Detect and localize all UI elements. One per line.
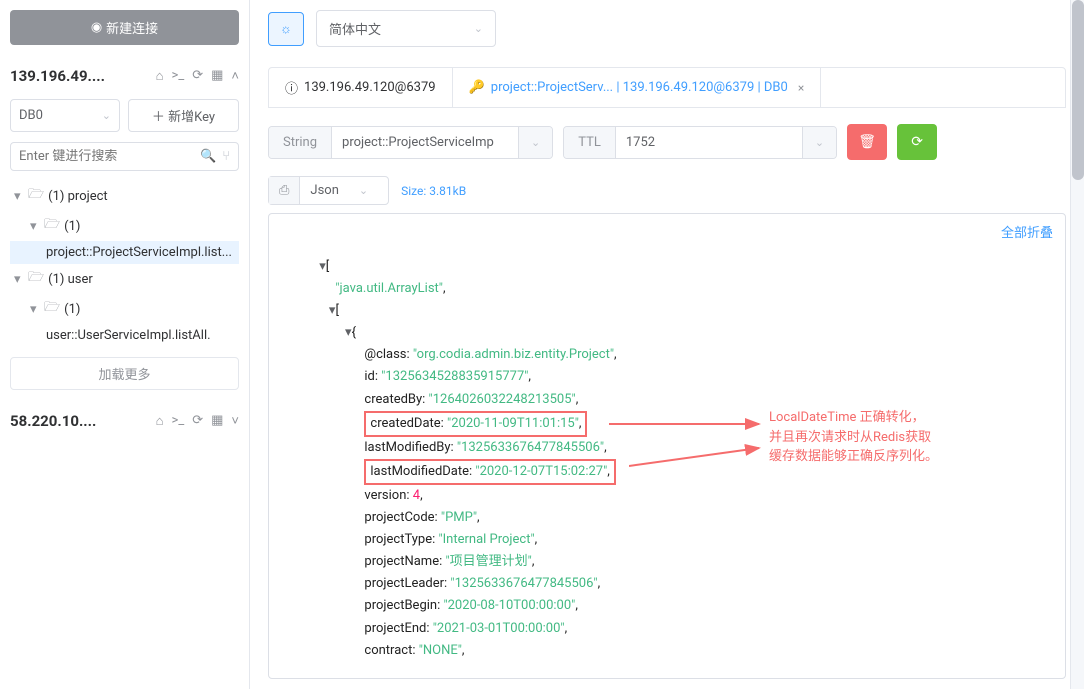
type-label: String <box>269 127 332 158</box>
close-icon[interactable]: × <box>798 81 804 95</box>
annotation-text: LocalDateTime 正确转化， 并且再次请求时从Redis获取 缓存数据… <box>769 408 938 467</box>
sidebar: ◉ 新建连接 139.196.49.... ⌂ >_ ⟳ ▦ ˄ DB0 ⌄ ＋… <box>0 0 250 689</box>
tree-label: user::UserServiceImpl.listAll. <box>46 328 211 343</box>
search-wrapper: 🔍 ⑂ <box>10 142 239 171</box>
db-label: DB0 <box>19 108 43 123</box>
tab-server-info[interactable]: ⓘ 139.196.49.120@6379 <box>269 68 453 107</box>
highlight-created-date: createdDate: "2020-11-09T11:01:15", <box>364 411 587 437</box>
server-toolbar: ⌂ >_ ⟳ ▦ ˄ <box>156 68 239 84</box>
tree-label: (1) project <box>48 189 108 204</box>
format-label: Json <box>310 183 338 198</box>
server-toolbar: ⌂ >_ ⟳ ▦ ˅ <box>156 413 239 429</box>
add-key-button[interactable]: ＋ 新增Key <box>128 99 239 132</box>
tree-key[interactable]: project::ProjectServiceImpl.list... <box>10 241 239 264</box>
format-select[interactable]: ⎙ Json ⌄ <box>268 176 389 205</box>
tree-folder[interactable]: ▾🗁(1) project <box>10 181 239 211</box>
ttl-input-group: TTL ⌄ <box>563 126 837 159</box>
plus-circle-icon: ◉ <box>91 20 102 35</box>
refresh-button[interactable]: ⟳ <box>897 124 937 160</box>
server-title: 58.220.10.... <box>10 412 156 430</box>
key-name-input[interactable] <box>332 127 518 158</box>
top-controls: ☼ 简体中文 ⌄ <box>268 10 1066 47</box>
tree-label: project::ProjectServiceImpl.list... <box>46 245 232 260</box>
new-conn-label: 新建连接 <box>106 18 158 37</box>
delete-button[interactable]: 🗑 <box>847 124 887 160</box>
server-block-1: 58.220.10.... ⌂ >_ ⟳ ▦ ˅ <box>10 408 239 434</box>
chevron-down-icon[interactable]: ˅ <box>231 413 239 429</box>
highlight-modified-date: lastModifiedDate: "2020-12-07T15:02:27", <box>364 459 615 485</box>
tree-label: (1) <box>64 302 80 317</box>
grid-icon[interactable]: ▦ <box>211 413 223 429</box>
load-more-button[interactable]: 加载更多 <box>10 357 239 390</box>
language-select[interactable]: 简体中文 ⌄ <box>316 10 496 47</box>
server-block-0: 139.196.49.... ⌂ >_ ⟳ ▦ ˄ DB0 ⌄ ＋ 新增Key … <box>10 63 239 390</box>
new-connection-button[interactable]: ◉ 新建连接 <box>10 10 239 45</box>
chevron-down-icon: ⌄ <box>474 22 483 35</box>
chevron-down-icon: ⌄ <box>102 109 111 122</box>
format-icon: ⎙ <box>269 177 300 204</box>
folder-icon: 🗁 <box>28 185 44 207</box>
home-icon[interactable]: ⌂ <box>156 413 164 429</box>
tab-key-detail[interactable]: 🔑 project::ProjectServ... | 139.196.49.1… <box>453 68 822 107</box>
language-label: 简体中文 <box>329 19 381 38</box>
size-label: Size: 3.81kB <box>401 184 466 198</box>
info-icon: ⓘ <box>285 78 298 97</box>
server-title: 139.196.49.... <box>10 67 156 85</box>
folder-icon: 🗁 <box>28 268 44 290</box>
chevron-up-icon[interactable]: ˄ <box>231 68 239 84</box>
theme-toggle-button[interactable]: ☼ <box>268 12 304 46</box>
ttl-label: TTL <box>564 127 616 158</box>
folder-icon: 🗁 <box>44 298 60 320</box>
db-select[interactable]: DB0 ⌄ <box>10 99 120 132</box>
tabs: ⓘ 139.196.49.120@6379 🔑 project::Project… <box>268 67 1066 108</box>
chevron-down-icon[interactable]: ⌄ <box>518 127 552 158</box>
folder-icon: 🗁 <box>44 215 60 237</box>
grid-icon[interactable]: ▦ <box>211 68 223 84</box>
funnel-icon[interactable]: ⑂ <box>222 149 230 164</box>
sun-icon: ☼ <box>280 21 292 37</box>
main-panel: ☼ 简体中文 ⌄ ⓘ 139.196.49.120@6379 🔑 project… <box>250 0 1084 689</box>
terminal-icon[interactable]: >_ <box>172 413 185 429</box>
tree-label: (1) user <box>48 272 93 287</box>
terminal-icon[interactable]: >_ <box>172 68 185 84</box>
format-row: ⎙ Json ⌄ Size: 3.81kB <box>268 176 1066 205</box>
tab-label: project::ProjectServ... | 139.196.49.120… <box>491 80 788 95</box>
refresh-icon: ⟳ <box>911 134 923 150</box>
tree-label: (1) <box>64 219 80 234</box>
server-controls: DB0 ⌄ ＋ 新增Key <box>10 99 239 132</box>
server-header[interactable]: 58.220.10.... ⌂ >_ ⟳ ▦ ˅ <box>10 408 239 434</box>
reload-icon[interactable]: ⟳ <box>192 413 203 429</box>
key-icon: 🔑 <box>469 80 485 95</box>
search-icon[interactable]: 🔍 <box>200 149 216 164</box>
chevron-down-icon: ⌄ <box>359 184 368 197</box>
collapse-all-button[interactable]: 全部折叠 <box>1001 222 1053 241</box>
ttl-input[interactable] <box>616 127 802 158</box>
tree-folder[interactable]: ▾🗁(1) <box>10 211 239 241</box>
tree-folder[interactable]: ▾🗁(1) user <box>10 264 239 294</box>
tree-key[interactable]: user::UserServiceImpl.listAll. <box>10 324 239 347</box>
trash-icon: 🗑 <box>858 134 876 150</box>
search-input[interactable] <box>19 149 200 164</box>
tree-folder[interactable]: ▾🗁(1) <box>10 294 239 324</box>
server-header[interactable]: 139.196.49.... ⌂ >_ ⟳ ▦ ˄ <box>10 63 239 89</box>
tab-label: 139.196.49.120@6379 <box>304 80 436 95</box>
key-row: String ⌄ TTL ⌄ 🗑 ⟳ <box>268 124 1066 160</box>
json-content: 全部折叠 ▾[ "java.util.ArrayList", ▾[ ▾{ @cl… <box>268 213 1066 679</box>
scrollbar-track[interactable] <box>1070 0 1084 689</box>
reload-icon[interactable]: ⟳ <box>192 68 203 84</box>
key-input-group: String ⌄ <box>268 126 553 159</box>
home-icon[interactable]: ⌂ <box>156 68 164 84</box>
scrollbar-thumb[interactable] <box>1072 0 1084 180</box>
chevron-down-icon[interactable]: ⌄ <box>802 127 836 158</box>
key-tree: ▾🗁(1) project ▾🗁(1) project::ProjectServ… <box>10 181 239 347</box>
